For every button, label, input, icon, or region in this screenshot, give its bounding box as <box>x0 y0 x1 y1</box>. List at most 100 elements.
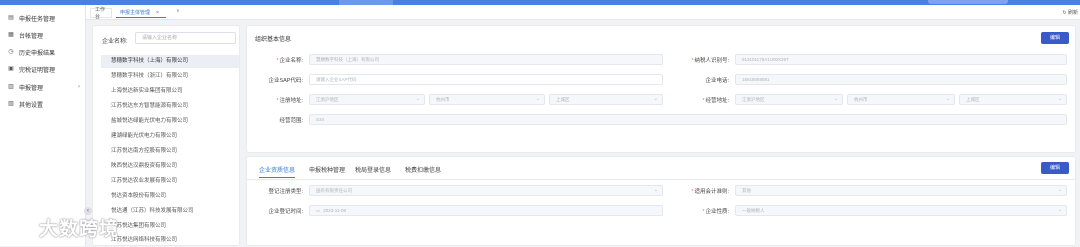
company-list-item[interactable]: 悦达通（江苏）科技发展有限公司 <box>101 205 239 218</box>
chevron-down-icon: ⌄ <box>535 96 540 102</box>
company-list-item[interactable]: 江苏悦达南方控股有限公司 <box>101 145 239 158</box>
ledger-icon: ▦ <box>8 32 14 38</box>
refresh-button[interactable]: ↻ 刷新 <box>1062 9 1078 16</box>
company-list-item[interactable]: 上海悦达新实业集团有限公司 <box>101 85 239 98</box>
tab-divider <box>247 179 1075 180</box>
sidebar-item-label: 申报管理 <box>19 85 44 92</box>
section-title: 组织基本信息 <box>255 37 292 43</box>
reg-type-select[interactable]: 国有有限责任公司 ⌄ <box>309 185 663 196</box>
detail-panel: 企业资质信息 申报税种管理 税局登录信息 税费扣缴信息 编辑 登记注册类型: 国… <box>246 156 1076 246</box>
select-value: 杭州市 <box>854 97 868 102</box>
company-search-input[interactable]: 请输入企业名称 <box>135 32 236 44</box>
company-nature-select[interactable]: 一般纳税人 ⌄ <box>735 205 1067 216</box>
company-list-item[interactable]: 慧穗数字科技（上海）有限公司 <box>101 55 239 68</box>
tab-qualification[interactable]: 企业资质信息 <box>259 165 296 178</box>
label-text: 纳税人识别号: <box>694 58 729 64</box>
company-nature-label: *企业性质: <box>702 209 729 215</box>
chevron-down-icon: ⌄ <box>1057 187 1062 193</box>
select-value: 江浙沪地区 <box>742 97 765 102</box>
company-list-item[interactable]: 江苏悦达农业发展有限公司 <box>101 175 239 188</box>
biz-city-select[interactable]: 杭州市 ⌄ <box>847 94 955 105</box>
company-list-item[interactable]: 盐城悦达绿能光伏电力有限公司 <box>101 115 239 128</box>
chevron-right-icon: › <box>78 84 80 90</box>
document-icon: ▤ <box>8 15 14 21</box>
company-list-panel: 企业名称: 请输入企业名称 慧穗数字科技（上海）有限公司 慧穗数字科技（浙江）有… <box>92 25 240 246</box>
phone-field[interactable]: 15618069581 <box>735 74 1067 85</box>
accounting-standard-label: *适用会计准则: <box>691 189 729 195</box>
sidebar-item-label: 其他设置 <box>19 102 44 109</box>
watermark: 大数跨境 <box>6 214 119 241</box>
tab-withholding[interactable]: 税费扣缴信息 <box>405 165 441 178</box>
label-text: 经营地址: <box>705 98 729 104</box>
business-scope-field[interactable]: S34 <box>309 114 1067 125</box>
watermark-logo-icon <box>8 218 32 236</box>
tax-id-field[interactable]: 913101178A1U00X29T <box>735 54 1067 65</box>
label-text: 注册地址: <box>279 98 303 104</box>
company-list-item[interactable]: 江苏悦达东方智慧能源有限公司 <box>101 100 239 113</box>
tab-declare-subject[interactable]: 申报主体管理 × <box>116 8 166 18</box>
close-icon[interactable]: × <box>156 10 159 16</box>
select-value: 一般纳税人 <box>742 208 765 213</box>
reg-province-select[interactable]: 江浙沪地区 ⌄ <box>309 94 425 105</box>
company-list-item[interactable]: 江苏悦达集团有限公司 <box>101 220 239 233</box>
sidebar: ▤ 申报任务管理 ▦ 台帐管理 ◷ 历史申报结果 ▣ 完税证明管理 ▥ 申报管理… <box>0 5 86 246</box>
biz-province-select[interactable]: 江浙沪地区 ⌄ <box>735 94 843 105</box>
company-name-field[interactable]: 慧穗数字科技（上海）有限公司 <box>309 54 663 65</box>
sidebar-item-label: 历史申报结果 <box>19 50 56 57</box>
basic-info-panel: 组织基本信息 编辑 *企业名称: 慧穗数字科技（上海）有限公司 *纳税人识别号:… <box>246 25 1076 153</box>
tab-workbench[interactable]: 工作台 <box>90 7 112 20</box>
reg-district-select[interactable]: 上城区 ⌄ <box>549 94 663 105</box>
tab-tax-types[interactable]: 申报税种管理 <box>309 165 345 178</box>
biz-address-label: *经营地址: <box>702 98 729 104</box>
watermark-text: 大数跨境 <box>39 219 120 240</box>
sidebar-item-history[interactable]: ◷ 历史申报结果 <box>0 46 86 58</box>
edit-basic-info-button[interactable]: 编辑 <box>1041 32 1069 44</box>
refresh-label: 刷新 <box>1067 10 1078 16</box>
edit-detail-button[interactable]: 编辑 <box>1041 162 1069 174</box>
accounting-standard-select[interactable]: 其他 ⌄ <box>735 185 1067 196</box>
tabs-bar: 工作台 申报主体管理 × ∨ ↻ 刷新 <box>86 5 1080 20</box>
select-value: 上城区 <box>966 97 980 102</box>
company-name-label: *企业名称: <box>276 58 303 64</box>
reg-time-label: 企业登记时间: <box>268 209 303 215</box>
declare-icon: ▥ <box>8 84 14 90</box>
tab-label: 工作台 <box>95 7 106 20</box>
company-list-item[interactable]: 陕西悦达汉鼎投资有限公司 <box>101 160 239 173</box>
reg-time-picker[interactable]: ▭ 2023-11-08 <box>309 205 663 216</box>
chevron-down-icon: ⌄ <box>1057 207 1062 213</box>
sidebar-item-label: 完税证明管理 <box>19 67 56 74</box>
company-list-item[interactable]: 悦达资本股份有限公司 <box>101 190 239 203</box>
tab-label: 申报主体管理 <box>120 10 151 16</box>
chevron-down-icon: ⌄ <box>833 96 838 102</box>
sap-code-input[interactable]: 请输入企业SAP代码 <box>309 74 663 85</box>
tax-id-label: *纳税人识别号: <box>691 58 729 64</box>
sidebar-item-declare-management[interactable]: ▥ 申报管理 › <box>0 81 86 93</box>
select-value: 杭州市 <box>436 97 450 102</box>
tab-dropdown-icon[interactable]: ∨ <box>176 8 180 14</box>
company-list-item[interactable]: 江苏悦达网络科技有限公司 <box>101 234 239 247</box>
reg-city-select[interactable]: 杭州市 ⌄ <box>429 94 545 105</box>
calendar-icon: ▭ <box>316 208 321 213</box>
date-value: 2023-11-08 <box>323 208 346 213</box>
chevron-down-icon: ⌄ <box>945 96 950 102</box>
tab-tax-login[interactable]: 税局登录信息 <box>355 165 391 178</box>
user-menu-pill[interactable] <box>928 0 1008 4</box>
sap-code-label: 企业SAP代码: <box>268 78 303 84</box>
sidebar-item-settings[interactable]: ▧ 其他设置 <box>0 98 86 110</box>
select-value: 国有有限责任公司 <box>316 188 352 193</box>
label-text: 企业名称: <box>279 58 303 64</box>
settings-icon: ▧ <box>8 101 14 107</box>
business-scope-label: 经营范围: <box>279 118 303 124</box>
reg-address-label: *注册地址: <box>276 98 303 104</box>
select-value: 其他 <box>742 188 751 193</box>
sidebar-item-certificates[interactable]: ▣ 完税证明管理 <box>0 63 86 75</box>
biz-district-select[interactable]: 上城区 ⌄ <box>959 94 1067 105</box>
label-text: 企业性质: <box>705 209 729 215</box>
sidebar-item-ledger[interactable]: ▦ 台帐管理 <box>0 29 86 41</box>
select-value: 上城区 <box>556 97 570 102</box>
sidebar-item-declare-tasks[interactable]: ▤ 申报任务管理 <box>0 12 86 24</box>
reg-type-label: 登记注册类型: <box>268 189 303 195</box>
search-label: 企业名称: <box>102 39 128 45</box>
company-list-item[interactable]: 慧穗数字科技（浙江）有限公司 <box>101 70 239 83</box>
company-list-item[interactable]: 建湖绿能光伏电力有限公司 <box>101 130 239 143</box>
